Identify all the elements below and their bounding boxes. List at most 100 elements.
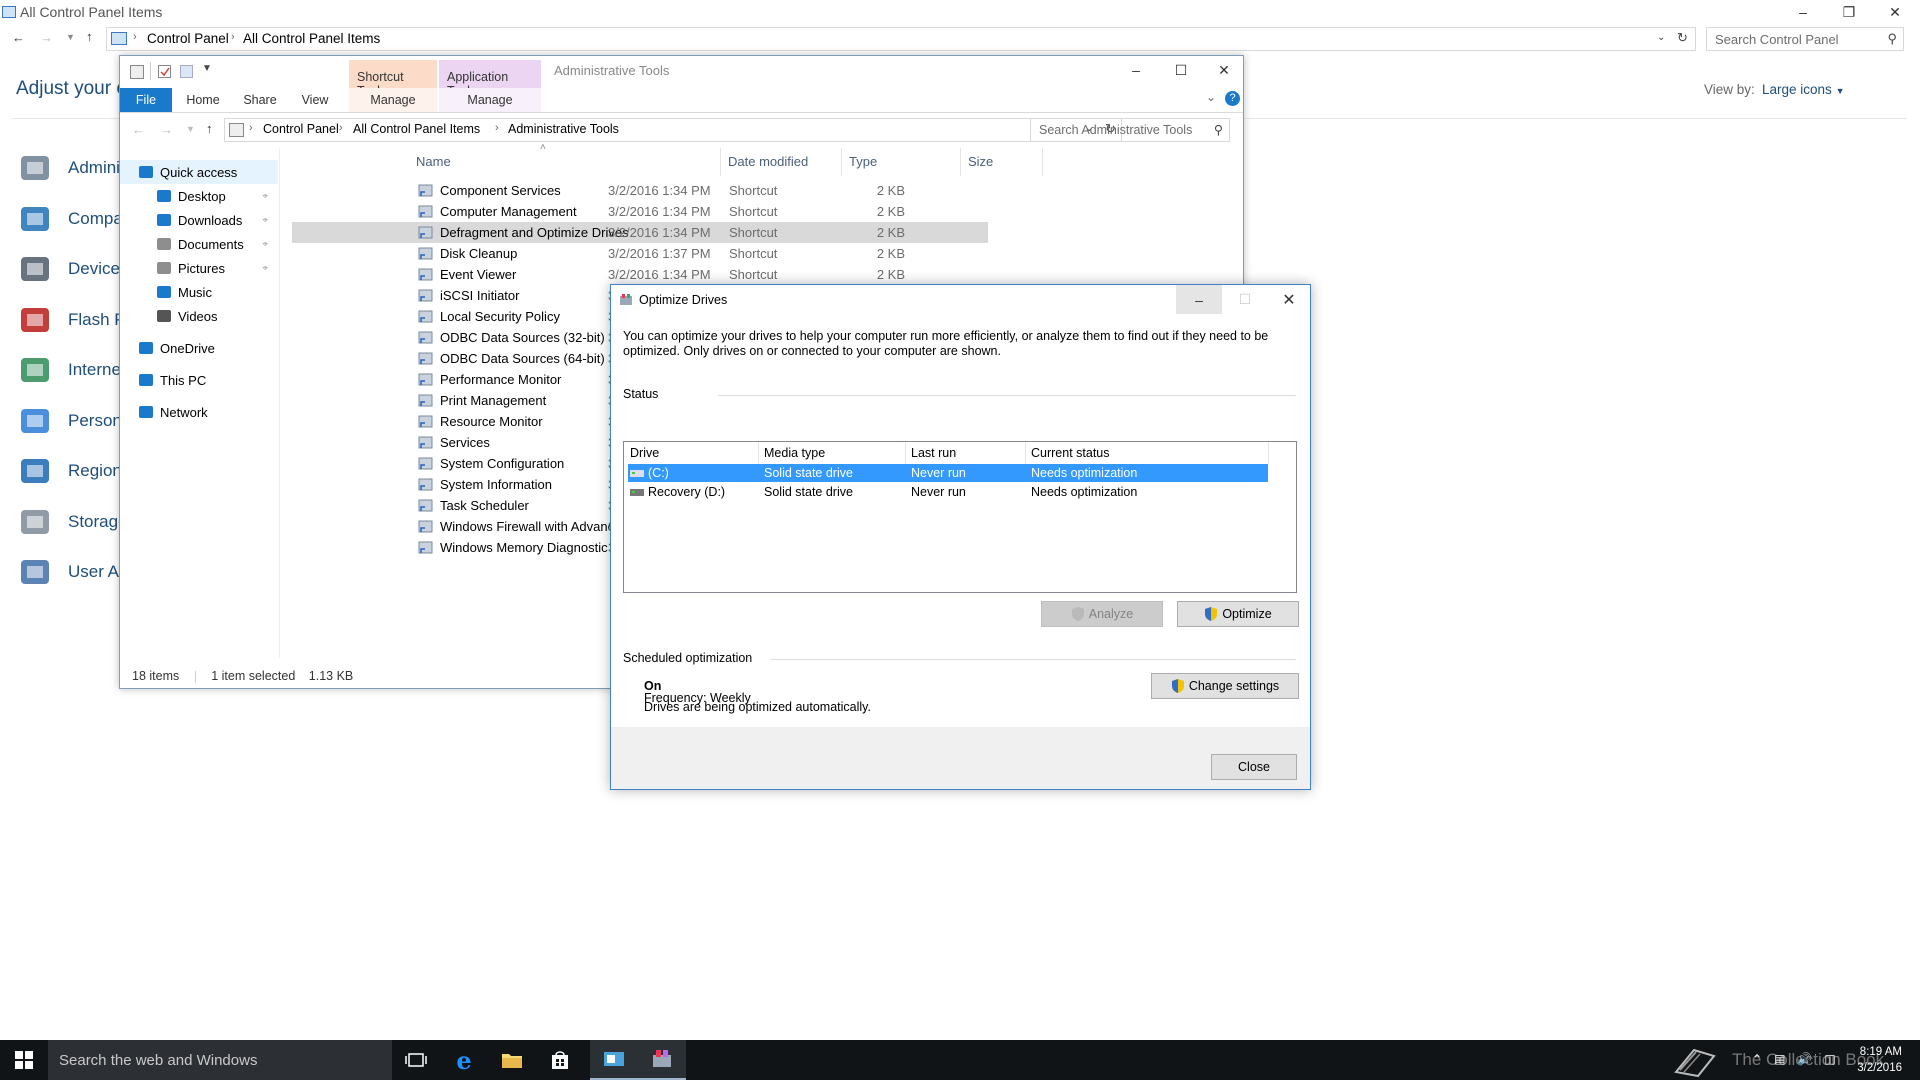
clock[interactable]: 8:19 AM 3/2/2016 [1857,1044,1902,1076]
address-dropdown-icon[interactable]: ⌄ [1657,32,1665,43]
control-panel-search[interactable]: Search Control Panel ⚲ [1706,27,1904,51]
close-button[interactable]: ✕ [1872,0,1918,24]
sidebar-item[interactable]: This PC [120,368,278,392]
back-icon[interactable]: ← [12,30,25,45]
tab-shortcut-tools[interactable]: Shortcut Tools [349,60,437,98]
customize-quick-access-icon[interactable]: ▼ [202,63,212,74]
file-row[interactable]: Disk Cleanup 3/2/2016 1:37 PM Shortcut 2 KB [292,243,988,264]
schedule-frequency: Frequency: Weekly [644,691,751,705]
optimize-button[interactable]: Optimize [1177,601,1299,627]
file-row[interactable]: Component Services 3/2/2016 1:34 PM Shortc… [292,180,988,201]
flash-icon [18,303,52,337]
taskbar-edge[interactable]: e [440,1040,488,1080]
start-button[interactable] [0,1040,48,1080]
drive-row[interactable]: Recovery (D:) Solid state drive Never run N… [628,483,1268,501]
minimize-button[interactable]: – [1113,58,1159,82]
breadcrumb-all-items[interactable]: All Control Panel Items [243,31,380,46]
pin-icon[interactable]: ⌖ [262,191,268,202]
restore-button[interactable]: ❐ [1826,0,1872,24]
new-folder-icon[interactable] [180,65,193,78]
close-button[interactable]: ✕ [1266,285,1312,314]
sidebar-item[interactable]: Documents ⌖ [120,232,278,256]
cp-item[interactable]: Adminis [18,148,128,188]
sidebar-item[interactable]: Downloads ⌖ [120,208,278,232]
selection-count: 1 item selected [211,669,296,683]
cp-item[interactable]: Region [18,451,122,491]
up-icon[interactable]: ↑ [86,29,93,44]
explorer-address-bar[interactable]: › Control Panel › All Control Panel Item… [224,118,1122,142]
column-current-status[interactable]: Current status [1031,446,1110,460]
notifications-icon[interactable]: ◫ [1824,1052,1835,1066]
drive-list[interactable]: Drive Media type Last run Current status… [623,441,1297,593]
refresh-icon[interactable]: ↻ [1677,30,1688,46]
tab-manage-shortcut[interactable]: Manage [349,88,437,112]
sidebar-item[interactable]: Quick access [120,160,278,184]
network-icon[interactable]: ▤ [1774,1052,1785,1066]
properties-icon[interactable] [158,65,171,78]
optimize-drives-dialog: Optimize Drives – ☐ ✕ You can optimize y… [610,284,1311,790]
maximize-button[interactable]: ☐ [1158,58,1204,82]
cp-item[interactable]: Devices [18,249,128,289]
taskbar-store[interactable] [536,1040,584,1080]
sort-ascending-icon: ˄ [540,142,546,153]
sidebar-item[interactable]: Videos [120,304,278,328]
pin-icon[interactable]: ⌖ [262,215,268,226]
taskbar-control-panel[interactable] [590,1040,638,1080]
taskbar-file-explorer[interactable] [488,1040,536,1080]
breadcrumb-control-panel[interactable]: Control Panel [263,122,339,136]
sidebar-item[interactable]: Network [120,400,278,424]
tab-home[interactable]: Home [176,88,230,112]
expand-ribbon-icon[interactable]: ⌄ [1206,90,1216,104]
column-last-run[interactable]: Last run [911,446,956,460]
taskbar-optimize-drives[interactable] [638,1040,686,1080]
pin-icon[interactable]: ⌖ [262,263,268,274]
close-dialog-button[interactable]: Close [1211,754,1297,780]
sidebar-item[interactable]: Music [120,280,278,304]
file-row[interactable]: Computer Management 3/2/2016 1:34 PM Short… [292,201,988,222]
minimize-button[interactable]: – [1780,0,1826,24]
sidebar-item[interactable]: Pictures ⌖ [120,256,278,280]
column-drive[interactable]: Drive [630,446,659,460]
tab-view[interactable]: View [290,88,340,112]
up-icon[interactable]: ↑ [206,121,213,136]
tab-application-tools[interactable]: Application Tools [439,60,541,98]
column-name[interactable]: Name [416,154,451,169]
cp-item[interactable]: Compan [18,199,132,239]
task-view-button[interactable] [392,1040,440,1080]
pin-icon[interactable]: ⌖ [262,239,268,250]
breadcrumb-admin-tools[interactable]: Administrative Tools [508,122,619,136]
analyze-button[interactable]: Analyze [1041,601,1163,627]
help-icon[interactable]: ? [1225,91,1240,106]
address-bar[interactable]: › Control Panel › All Control Panel Item… [106,27,1696,51]
sidebar-item[interactable]: Desktop ⌖ [120,184,278,208]
column-date[interactable]: Date modified [728,154,808,169]
file-row[interactable]: Defragment and Optimize Drives 3/2/2016 1… [292,222,988,243]
breadcrumb-all-items[interactable]: All Control Panel Items [353,122,480,136]
column-size[interactable]: Size [968,154,993,169]
cp-item[interactable]: Internet [18,350,126,390]
column-media-type[interactable]: Media type [764,446,825,460]
tab-manage-application[interactable]: Manage [439,88,541,112]
breadcrumb-control-panel[interactable]: Control Panel [147,31,229,46]
view-by-dropdown[interactable]: Large icons ▼ [1762,82,1844,97]
recent-dropdown-icon[interactable]: ▼ [66,32,75,42]
cp-item[interactable]: Personal [18,401,135,441]
minimize-button[interactable]: – [1176,285,1222,314]
close-button[interactable]: ✕ [1201,58,1247,82]
forward-icon[interactable]: → [160,122,173,137]
forward-icon[interactable]: → [40,30,53,45]
explorer-search[interactable]: Search Administrative Tools ⚲ [1030,118,1230,142]
show-hidden-icons[interactable]: ⌃ [1752,1052,1762,1066]
drive-row[interactable]: (C:) Solid state drive Never run Needs opti… [628,464,1268,482]
change-settings-button[interactable]: Change settings [1151,673,1299,699]
file-row[interactable]: Event Viewer 3/2/2016 1:34 PM Shortcut 2 KB [292,264,988,285]
back-icon[interactable]: ← [132,122,145,137]
tab-share[interactable]: Share [232,88,288,112]
cp-item[interactable]: Storage [18,502,128,542]
taskbar-search[interactable]: Search the web and Windows [48,1040,392,1080]
column-type[interactable]: Type [849,154,877,169]
recent-dropdown-icon[interactable]: ▼ [186,124,195,134]
sidebar-item[interactable]: OneDrive [120,336,278,360]
tab-file[interactable]: File [120,88,172,112]
volume-icon[interactable]: 🔊 [1797,1052,1812,1066]
